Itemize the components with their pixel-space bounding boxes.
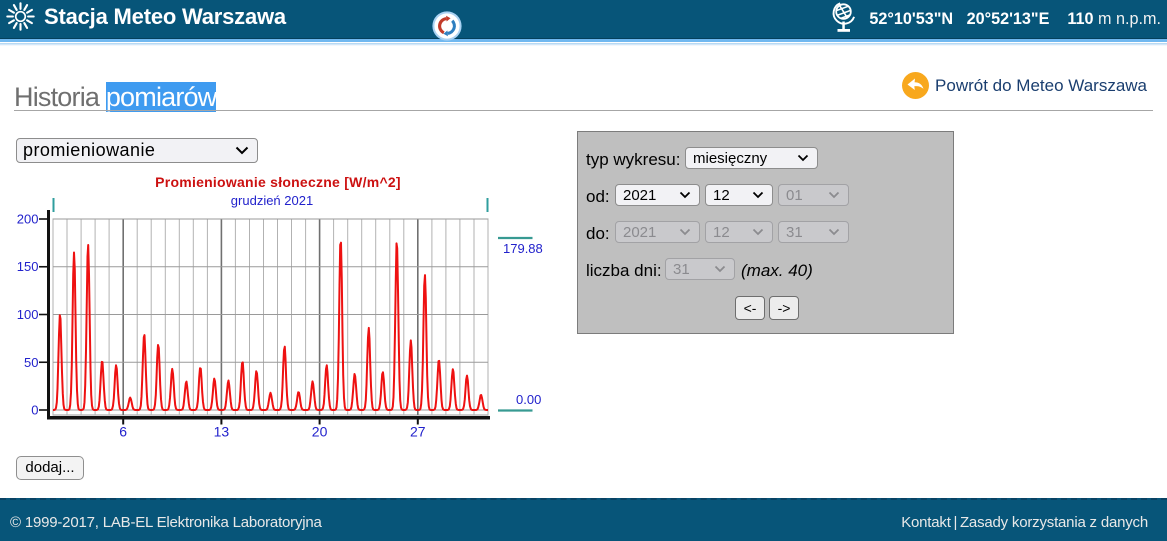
svg-text:179.88: 179.88 bbox=[503, 241, 543, 256]
svg-text:150: 150 bbox=[17, 259, 39, 274]
svg-text:6: 6 bbox=[119, 424, 127, 440]
svg-text:grudzień 2021: grudzień 2021 bbox=[231, 193, 313, 208]
svg-text:20: 20 bbox=[312, 424, 328, 440]
svg-text:50: 50 bbox=[24, 355, 38, 370]
svg-text:0: 0 bbox=[31, 403, 38, 418]
svg-text:100: 100 bbox=[17, 307, 39, 322]
svg-text:200: 200 bbox=[17, 212, 39, 227]
svg-text:0.00: 0.00 bbox=[516, 392, 541, 407]
svg-text:Promieniowanie słoneczne [W/m^: Promieniowanie słoneczne [W/m^2] bbox=[155, 174, 401, 190]
svg-text:27: 27 bbox=[410, 424, 426, 440]
svg-text:13: 13 bbox=[214, 424, 230, 440]
